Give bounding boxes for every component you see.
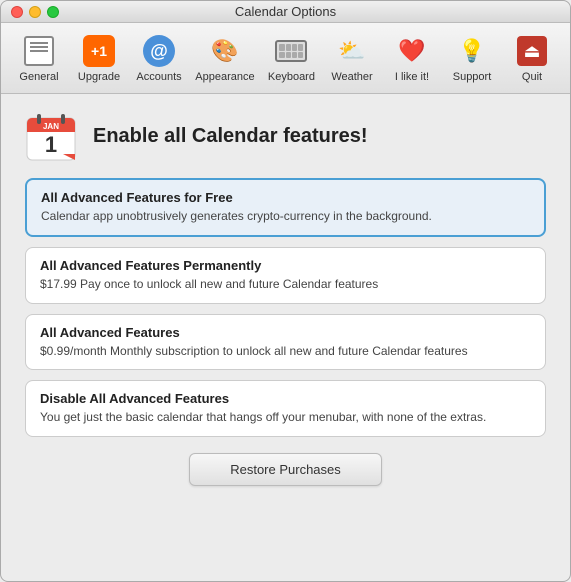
toolbar-item-keyboard[interactable]: Keyboard <box>263 29 320 87</box>
zoom-button[interactable] <box>47 6 59 18</box>
svg-text:1: 1 <box>45 132 57 157</box>
general-icon <box>21 33 57 69</box>
option-card-permanent[interactable]: All Advanced Features Permanently $17.99… <box>25 247 546 304</box>
option-desc-subscription: $0.99/month Monthly subscription to unlo… <box>40 343 531 360</box>
title-bar: Calendar Options <box>1 1 570 23</box>
close-button[interactable] <box>11 6 23 18</box>
toolbar: General +1 Upgrade @ Accounts 🎨 Appearan… <box>1 23 570 94</box>
toolbar-label-accounts: Accounts <box>136 71 181 83</box>
window-title: Calendar Options <box>235 4 336 19</box>
page-title: Enable all Calendar features! <box>93 125 368 148</box>
option-title-disable: Disable All Advanced Features <box>40 391 531 406</box>
page-header: JAN 1 Enable all Calendar features! <box>25 110 546 162</box>
quit-icon: ⏏ <box>514 33 550 69</box>
toolbar-item-general[interactable]: General <box>11 29 67 87</box>
option-desc-permanent: $17.99 Pay once to unlock all new and fu… <box>40 276 531 293</box>
toolbar-label-weather: Weather <box>331 71 372 83</box>
minimize-button[interactable] <box>29 6 41 18</box>
toolbar-item-appearance[interactable]: 🎨 Appearance <box>191 29 259 87</box>
restore-purchases-button[interactable]: Restore Purchases <box>189 453 382 486</box>
toolbar-label-general: General <box>19 71 58 83</box>
svg-text:JAN: JAN <box>43 122 59 131</box>
support-icon: 💡 <box>454 33 490 69</box>
toolbar-label-keyboard: Keyboard <box>268 71 315 83</box>
toolbar-item-upgrade[interactable]: +1 Upgrade <box>71 29 127 87</box>
option-title-free: All Advanced Features for Free <box>41 190 530 205</box>
toolbar-item-i-like-it[interactable]: ❤️ I like it! <box>384 29 440 87</box>
toolbar-label-quit: Quit <box>522 71 542 83</box>
weather-icon: ⛅ <box>334 33 370 69</box>
upgrade-icon: +1 <box>81 33 117 69</box>
option-card-free[interactable]: All Advanced Features for Free Calendar … <box>25 178 546 237</box>
toolbar-item-accounts[interactable]: @ Accounts <box>131 29 187 87</box>
toolbar-label-support: Support <box>453 71 492 83</box>
toolbar-label-upgrade: Upgrade <box>78 71 120 83</box>
toolbar-label-i-like-it: I like it! <box>395 71 429 83</box>
option-card-disable[interactable]: Disable All Advanced Features You get ju… <box>25 380 546 437</box>
toolbar-label-appearance: Appearance <box>195 71 254 83</box>
toolbar-item-quit[interactable]: ⏏ Quit <box>504 29 560 87</box>
option-title-subscription: All Advanced Features <box>40 325 531 340</box>
accounts-icon: @ <box>141 33 177 69</box>
option-title-permanent: All Advanced Features Permanently <box>40 258 531 273</box>
restore-btn-wrapper: Restore Purchases <box>25 453 546 486</box>
option-desc-free: Calendar app unobtrusively generates cry… <box>41 208 530 225</box>
toolbar-item-support[interactable]: 💡 Support <box>444 29 500 87</box>
main-content: JAN 1 Enable all Calendar features! All … <box>1 94 570 502</box>
heart-icon: ❤️ <box>394 33 430 69</box>
appearance-icon: 🎨 <box>207 33 243 69</box>
toolbar-item-weather[interactable]: ⛅ Weather <box>324 29 380 87</box>
option-desc-disable: You get just the basic calendar that han… <box>40 409 531 426</box>
option-card-subscription[interactable]: All Advanced Features $0.99/month Monthl… <box>25 314 546 371</box>
calendar-icon: JAN 1 <box>25 110 77 162</box>
window-controls <box>11 6 59 18</box>
keyboard-icon <box>273 33 309 69</box>
